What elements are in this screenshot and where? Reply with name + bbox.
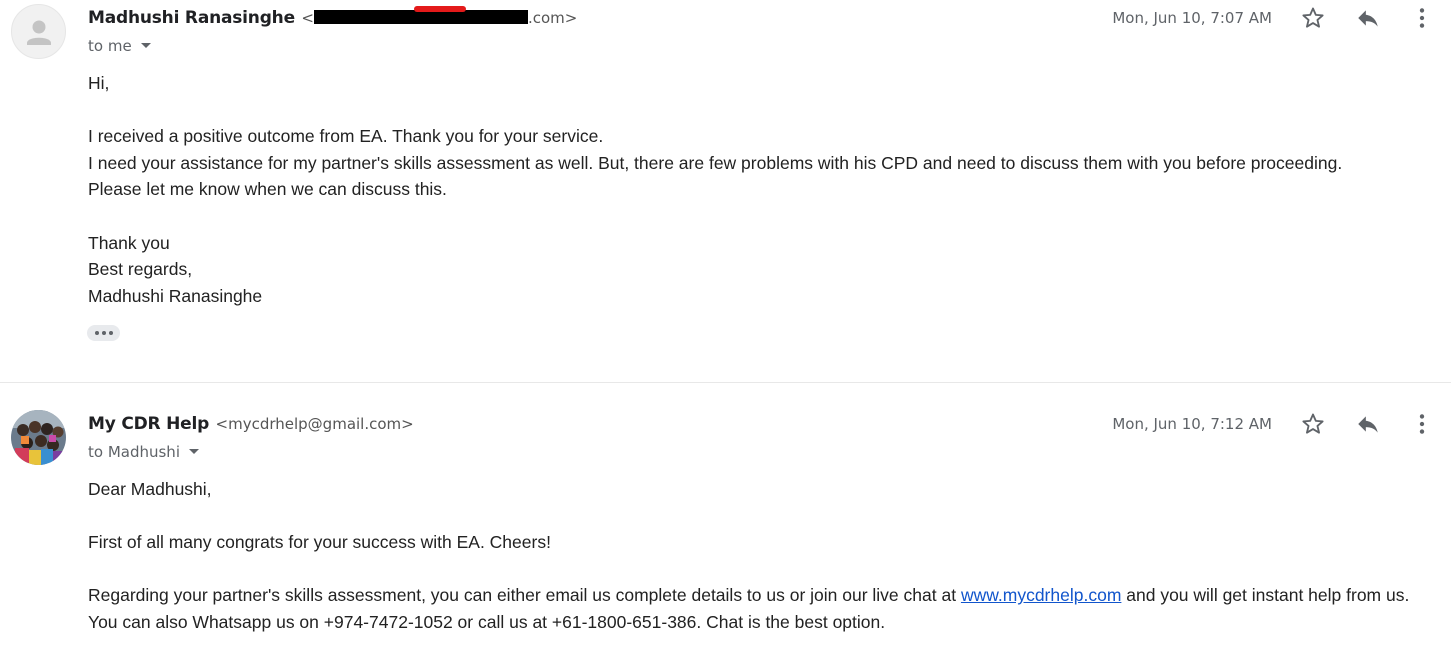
ellipsis-dot-icon	[101, 331, 106, 335]
sender-email: <mycdrhelp@gmail.com>	[215, 415, 414, 433]
caret-down-icon	[189, 449, 199, 454]
reply-icon	[1358, 416, 1378, 433]
star-outline-icon	[1302, 413, 1324, 434]
avatar[interactable]	[11, 410, 66, 465]
message-date: Mon, Jun 10, 7:12 AM	[1112, 415, 1272, 433]
body-line: I need your assistance for my partner's …	[88, 152, 1343, 173]
signature: Madhushi Ranasinghe	[88, 285, 263, 306]
ellipsis-dot-icon	[94, 331, 99, 335]
ellipsis-dot-icon	[108, 331, 113, 335]
greeting: Dear Madhushi,	[88, 479, 212, 499]
body-line: Please let me know when we can discuss t…	[88, 179, 447, 200]
reply-icon	[1358, 10, 1378, 27]
sender-line-1: Madhushi Ranasinghe < .com>	[88, 5, 577, 28]
recipient-dropdown[interactable]: to me	[88, 37, 151, 55]
sender-name[interactable]: Madhushi Ranasinghe	[88, 8, 295, 28]
more-vert-icon	[1419, 414, 1425, 434]
closing-line: Best regards,	[88, 259, 193, 280]
message-date: Mon, Jun 10, 7:07 AM	[1112, 9, 1272, 27]
group-photo-avatar-icon	[11, 410, 66, 465]
show-trimmed-content-button[interactable]	[87, 325, 120, 341]
redaction-bar	[313, 5, 528, 24]
body-line: You can also Whatsapp us on +974-7472-10…	[88, 611, 886, 632]
closing-line: Thank you	[88, 232, 170, 253]
body-line: First of all many congrats for your succ…	[88, 532, 551, 553]
star-button[interactable]	[1299, 4, 1327, 32]
body-line: Regarding your partner's skills assessme…	[88, 585, 1410, 606]
default-person-avatar-icon	[27, 20, 51, 45]
recipient-label: to Madhushi	[88, 443, 180, 461]
avatar[interactable]	[11, 4, 66, 59]
greeting: Hi,	[88, 73, 110, 93]
sender-name[interactable]: My CDR Help	[88, 414, 209, 434]
reply-button[interactable]	[1354, 410, 1382, 438]
star-outline-icon	[1302, 7, 1324, 28]
message-body-1: Hi, I received a positive outcome from E…	[88, 70, 1342, 309]
more-options-button[interactable]	[1408, 4, 1436, 32]
star-button[interactable]	[1299, 410, 1327, 438]
body-line: I received a positive outcome from EA. T…	[88, 126, 604, 147]
reply-button[interactable]	[1354, 4, 1382, 32]
more-vert-icon	[1419, 8, 1425, 28]
more-options-button[interactable]	[1408, 410, 1436, 438]
recipient-label: to me	[88, 37, 132, 55]
sender-line-2: My CDR Help <mycdrhelp@gmail.com>	[88, 414, 414, 434]
recipient-dropdown[interactable]: to Madhushi	[88, 443, 199, 461]
message-body-2: Dear Madhushi, First of all many congrat…	[88, 476, 1409, 636]
website-link[interactable]: www.mycdrhelp.com	[961, 585, 1121, 605]
caret-down-icon	[140, 43, 151, 48]
sender-email: < .com>	[301, 5, 577, 27]
